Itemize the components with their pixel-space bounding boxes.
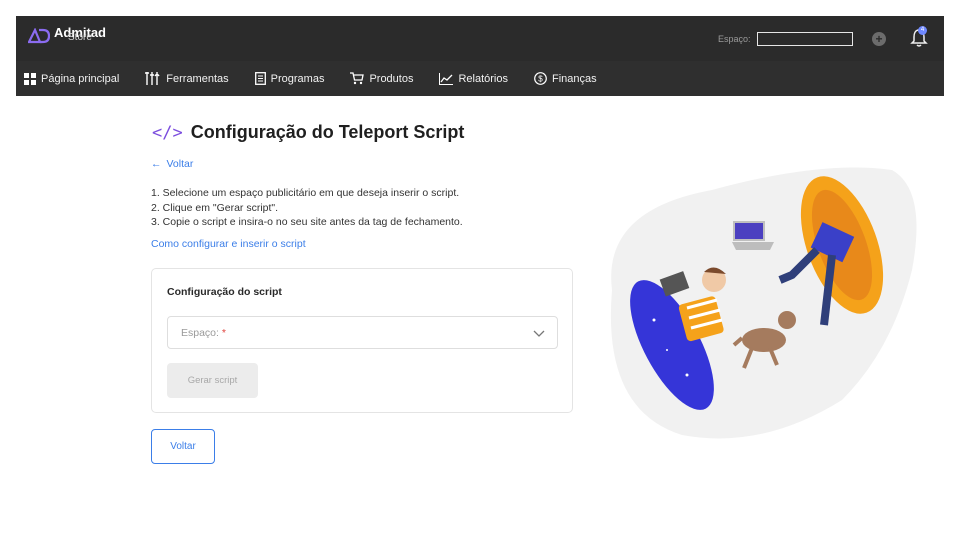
- help-link[interactable]: Como configurar e inserir o script: [151, 238, 306, 250]
- back-link-label: Voltar: [166, 158, 194, 170]
- card-title: Configuração do script: [167, 286, 282, 298]
- page-title: Configuração do Teleport Script: [190, 122, 465, 142]
- nav-item-reports[interactable]: Relatórios: [439, 72, 508, 85]
- logo-mark-icon: [28, 28, 50, 44]
- nav-item-label: Ferramentas: [166, 72, 229, 85]
- space-select[interactable]: Espaço: *: [167, 316, 558, 349]
- space-input[interactable]: [756, 32, 853, 46]
- top-header: Admitad Store Espaço: + 4: [16, 16, 944, 61]
- script-config-card: Configuração do script Espaço: * Gerar s…: [151, 268, 573, 413]
- nav-item-label: Relatórios: [458, 72, 508, 85]
- required-mark: *: [221, 327, 226, 339]
- generate-script-button[interactable]: Gerar script: [167, 363, 258, 398]
- instruction-step: 3. Copie o script e insira-o no seu site…: [151, 216, 463, 228]
- svg-text:$: $: [538, 75, 543, 84]
- nav-item-label: Programas: [270, 72, 325, 85]
- tools-icon: [145, 72, 160, 85]
- nav-item-finance[interactable]: $ Finanças: [534, 72, 597, 85]
- code-icon: </>: [152, 122, 183, 143]
- chevron-down-icon: [533, 330, 545, 337]
- back-link[interactable]: ← Voltar: [151, 158, 193, 170]
- back-button[interactable]: Voltar: [151, 429, 215, 464]
- nav-item-label: Produtos: [369, 72, 414, 85]
- nav-item-label: Página principal: [41, 72, 120, 85]
- grid-icon: [24, 72, 36, 85]
- nav-item-home[interactable]: Página principal: [24, 72, 120, 85]
- instructions: 1. Selecione um espaço publicitário em q…: [151, 186, 463, 230]
- nav-item-tools[interactable]: Ferramentas: [145, 72, 229, 85]
- nav-item-products[interactable]: Produtos: [350, 72, 413, 85]
- admitad-logo[interactable]: Admitad: [28, 26, 106, 44]
- space-selector: Espaço:: [718, 32, 853, 46]
- instruction-step: 2. Clique em "Gerar script".: [151, 201, 279, 214]
- chart-icon: [439, 72, 454, 85]
- page-header: </> Configuração do Teleport Script: [152, 122, 464, 143]
- instruction-step: 1. Selecione um espaço publicitário em q…: [151, 187, 460, 199]
- space-select-label: Espaço: *: [181, 327, 226, 339]
- space-label: Espaço:: [718, 34, 751, 44]
- logo-subtext: Store: [68, 32, 92, 43]
- cart-icon: [350, 72, 365, 85]
- nav-item-programs[interactable]: Programas: [254, 72, 325, 85]
- nav-item-label: Finanças: [552, 72, 597, 85]
- notification-badge: 4: [918, 26, 927, 35]
- teleport-illustration: [610, 167, 917, 439]
- add-space-button[interactable]: +: [872, 32, 886, 46]
- dollar-circle-icon: $: [534, 72, 547, 85]
- arrow-left-icon: ←: [151, 158, 162, 170]
- main-nav: Página principal Ferramentas Programas P…: [16, 61, 944, 96]
- document-icon: [254, 72, 266, 85]
